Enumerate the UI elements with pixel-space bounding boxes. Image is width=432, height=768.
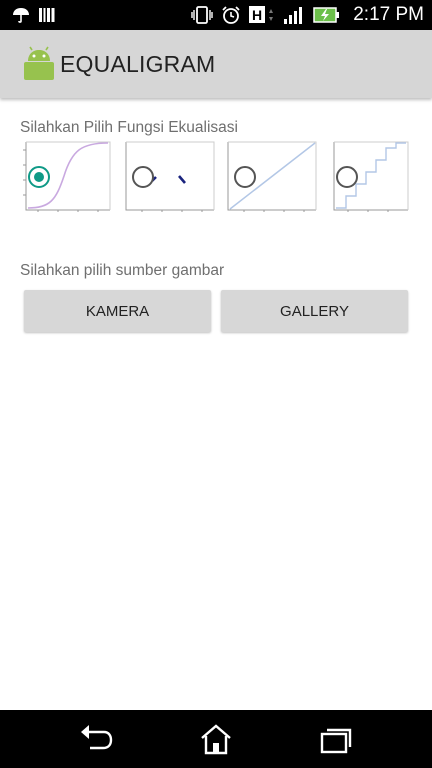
option-scatter[interactable] — [124, 140, 216, 212]
status-bar: H 2:17 PM — [0, 0, 432, 30]
umbrella-icon — [12, 6, 30, 24]
camera-button[interactable]: KAMERA — [24, 290, 211, 332]
recent-apps-button[interactable] — [316, 722, 356, 756]
clock: 2:17 PM — [353, 4, 424, 25]
signal-bars-icon — [283, 5, 305, 25]
navigation-bar — [0, 710, 432, 768]
radio-sigmoid[interactable] — [28, 166, 50, 188]
radio-scatter[interactable] — [132, 166, 154, 188]
function-options — [20, 140, 410, 214]
battery-charging-icon — [313, 5, 341, 25]
radio-linear[interactable] — [234, 166, 256, 188]
back-button[interactable] — [76, 722, 116, 756]
home-button[interactable] — [196, 722, 236, 756]
home-icon — [201, 724, 231, 755]
option-linear[interactable] — [226, 140, 318, 212]
option-sigmoid[interactable] — [20, 140, 112, 212]
app-title: EQUALIGRAM — [60, 50, 216, 77]
back-icon — [81, 725, 113, 750]
function-label: Silahkan Pilih Fungsi Ekualisasi — [20, 119, 238, 136]
h-label: H — [252, 7, 262, 23]
radio-step[interactable] — [336, 166, 358, 188]
alarm-icon — [221, 5, 241, 25]
source-label: Silahkan pilih sumber gambar — [20, 262, 225, 279]
recent-apps-icon — [320, 728, 352, 754]
vibrate-icon — [191, 5, 213, 25]
option-step[interactable] — [328, 140, 420, 212]
action-bar: EQUALIGRAM — [0, 30, 432, 98]
android-icon — [20, 45, 58, 83]
h-signal-icon: H — [249, 5, 275, 25]
gallery-button[interactable]: GALLERY — [221, 290, 408, 332]
barcode-icon — [38, 6, 56, 24]
